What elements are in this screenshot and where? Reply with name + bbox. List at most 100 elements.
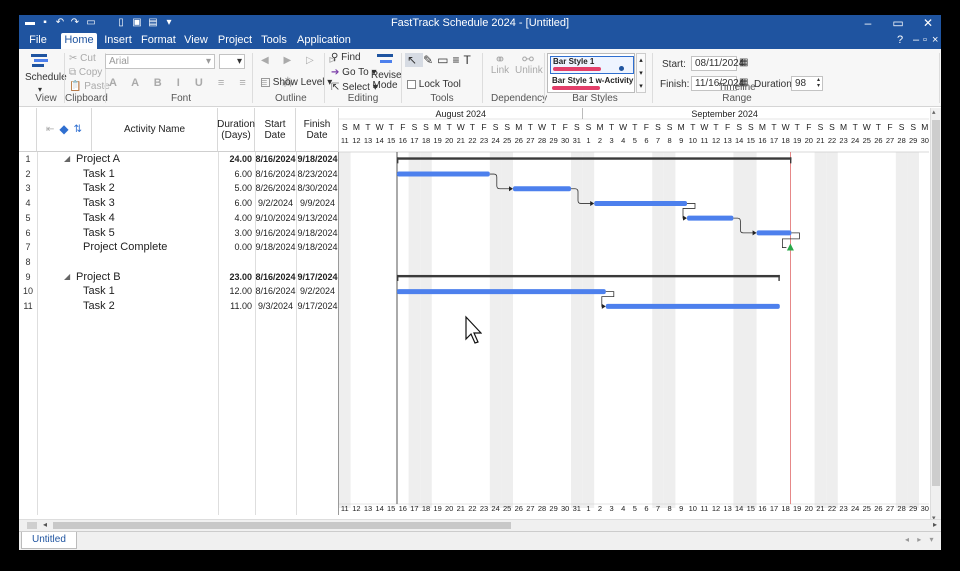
minimize-button[interactable]: – [855, 15, 881, 31]
start-date-cell[interactable]: 8/16/2024 [255, 284, 296, 299]
task-bar[interactable] [594, 200, 687, 206]
cut-button[interactable]: ✂ Cut [69, 53, 96, 65]
ribbon-minimize-icon[interactable]: – [913, 33, 919, 47]
restore-button[interactable]: ▭ [885, 15, 911, 31]
tab-project[interactable]: Project [217, 33, 253, 49]
task-bar[interactable] [605, 303, 780, 309]
duration-field[interactable]: 98 ▴ ▾ [791, 76, 823, 91]
task-bar[interactable] [513, 186, 571, 192]
duration-cell[interactable]: 12.00 [218, 284, 252, 299]
tab-insert[interactable]: Insert [103, 33, 133, 49]
duration-cell[interactable]: 24.00 [218, 152, 252, 167]
activity-name-cell[interactable]: Project A [76, 152, 210, 167]
tab-format[interactable]: Format [141, 33, 176, 49]
font-size-select[interactable]: ▾ [219, 54, 245, 69]
table-row[interactable]: 7 Project Complete 0.00 9/18/2024 9/18/2024 [19, 240, 339, 255]
finish-date-header[interactable]: Finish Date [296, 108, 339, 152]
start-date-cell[interactable]: 9/10/2024 [255, 211, 296, 226]
duration-header[interactable]: Duration (Days) [217, 108, 255, 152]
tab-application[interactable]: Application [297, 33, 351, 49]
duration-cell[interactable] [218, 255, 252, 270]
activity-name-cell[interactable]: Task 5 [83, 226, 217, 241]
activity-name-header[interactable]: Activity Name [92, 108, 218, 152]
activity-name-cell[interactable]: Project Complete [83, 240, 217, 255]
start-date-cell[interactable]: 8/16/2024 [255, 167, 296, 182]
show-level-button[interactable]: Show Level ▾ [261, 77, 332, 89]
finish-date-cell[interactable] [296, 255, 339, 270]
tab-view[interactable]: View [181, 33, 211, 49]
duration-cell[interactable]: 3.00 [218, 226, 252, 241]
help-icon[interactable]: ? [897, 33, 903, 47]
table-row[interactable]: 3 Task 2 5.00 8/26/2024 8/30/2024 [19, 181, 339, 196]
finish-date-cell[interactable]: 9/9/2024 [296, 196, 339, 211]
diamond-icon[interactable]: ◆ [59, 123, 68, 135]
horizontal-scrollbar[interactable]: ◂ ▸ [19, 519, 941, 531]
activity-name-cell[interactable]: Task 4 [83, 211, 217, 226]
start-date-field[interactable]: 08/11/2024 [691, 56, 744, 71]
table-row[interactable]: 9 ◢ Project B 23.00 8/16/2024 9/17/2024 [19, 270, 339, 285]
duration-cell[interactable]: 4.00 [218, 211, 252, 226]
spinner-icon[interactable]: ▴ ▾ [817, 77, 822, 89]
bar-style-2-item[interactable]: Bar Style 1 w-Activity I [550, 76, 634, 92]
finish-date-cell[interactable]: 9/18/2024 [296, 226, 339, 241]
expand-icon[interactable]: ⇤ [46, 124, 54, 135]
bar-style-1-item[interactable]: Bar Style 1 [550, 56, 634, 74]
task-bar[interactable] [397, 289, 606, 295]
activity-name-cell[interactable]: Task 1 [83, 284, 217, 299]
start-date-cell[interactable]: 8/26/2024 [255, 181, 296, 196]
finish-date-cell[interactable]: 9/18/2024 [296, 240, 339, 255]
drawing-tools[interactable]: ↖ ✎▭≡T [405, 53, 475, 67]
ribbon-close-icon[interactable]: × [932, 33, 938, 47]
duration-cell[interactable]: 6.00 [218, 196, 252, 211]
summary-bar[interactable] [397, 274, 780, 278]
table-row[interactable]: 6 Task 5 3.00 9/16/2024 9/18/2024 [19, 226, 339, 241]
ribbon-restore-icon[interactable]: ▫ [923, 33, 927, 47]
duration-cell[interactable]: 23.00 [218, 270, 252, 285]
task-bar[interactable] [756, 230, 792, 236]
table-row[interactable]: 10 Task 1 12.00 8/16/2024 9/2/2024 [19, 284, 339, 299]
finish-date-cell[interactable]: 9/13/2024 [296, 211, 339, 226]
revise-mode-button[interactable]: Revise Mode [371, 52, 402, 91]
activity-name-cell[interactable]: Project B [76, 270, 210, 285]
scroll-right-icon[interactable]: ▸ [933, 520, 937, 529]
start-date-cell[interactable] [255, 255, 296, 270]
table-row[interactable]: 1 ◢ Project A 24.00 8/16/2024 9/18/2024 [19, 152, 339, 167]
milestone-marker[interactable] [786, 243, 794, 251]
find-button[interactable]: ⚲ Find [331, 52, 361, 64]
activity-name-cell[interactable]: Task 3 [83, 196, 217, 211]
start-date-cell[interactable]: 9/18/2024 [255, 240, 296, 255]
table-row[interactable]: 4 Task 3 6.00 9/2/2024 9/9/2024 [19, 196, 339, 211]
finish-date-cell[interactable]: 9/2/2024 [296, 284, 339, 299]
table-row[interactable]: 8 [19, 255, 339, 270]
table-row[interactable]: 2 Task 1 6.00 8/16/2024 8/23/2024 [19, 167, 339, 182]
pointer-icon[interactable]: ↖ [405, 53, 424, 67]
collapse-toggle-icon[interactable]: ◢ [64, 152, 74, 167]
scroll-up-icon[interactable]: ▴ [932, 108, 936, 116]
sheet-tab-untitled[interactable]: Untitled [21, 532, 77, 549]
summary-bar[interactable] [397, 157, 792, 160]
bar-styles-gallery[interactable]: Bar Style 1 Bar Style 1 w-Activity I [547, 53, 635, 93]
start-date-cell[interactable]: 9/2/2024 [255, 196, 296, 211]
table-row[interactable]: 11 Task 2 11.00 9/3/2024 9/17/2024 [19, 299, 339, 314]
activity-name-cell[interactable]: Task 2 [83, 299, 217, 314]
start-date-header[interactable]: Start Date [255, 108, 296, 152]
close-button[interactable]: ✕ [915, 15, 941, 31]
calendar-icon[interactable]: ▦ [739, 57, 748, 69]
tab-home[interactable]: Home [61, 33, 97, 49]
schedule-button[interactable]: Schedule ▾ [25, 52, 67, 96]
duration-cell[interactable]: 5.00 [218, 181, 252, 196]
text-tool-icon[interactable]: T [463, 53, 474, 67]
finish-date-cell[interactable]: 9/18/2024 [296, 152, 339, 167]
tab-file[interactable]: File [23, 33, 53, 49]
tab-tools[interactable]: Tools [259, 33, 289, 49]
bar-tool-icon[interactable]: ▭ [437, 53, 452, 67]
start-date-cell[interactable]: 8/16/2024 [255, 152, 296, 167]
activity-name-cell[interactable]: Task 1 [83, 167, 217, 182]
start-date-cell[interactable]: 8/16/2024 [255, 270, 296, 285]
activity-name-cell[interactable] [83, 255, 217, 270]
start-date-cell[interactable]: 9/3/2024 [255, 299, 296, 314]
task-bar[interactable] [687, 215, 734, 221]
duration-cell[interactable]: 11.00 [218, 299, 252, 314]
finish-date-cell[interactable]: 9/17/2024 [296, 270, 339, 285]
vertical-scrollbar[interactable]: ▴ ▾ [930, 108, 941, 522]
